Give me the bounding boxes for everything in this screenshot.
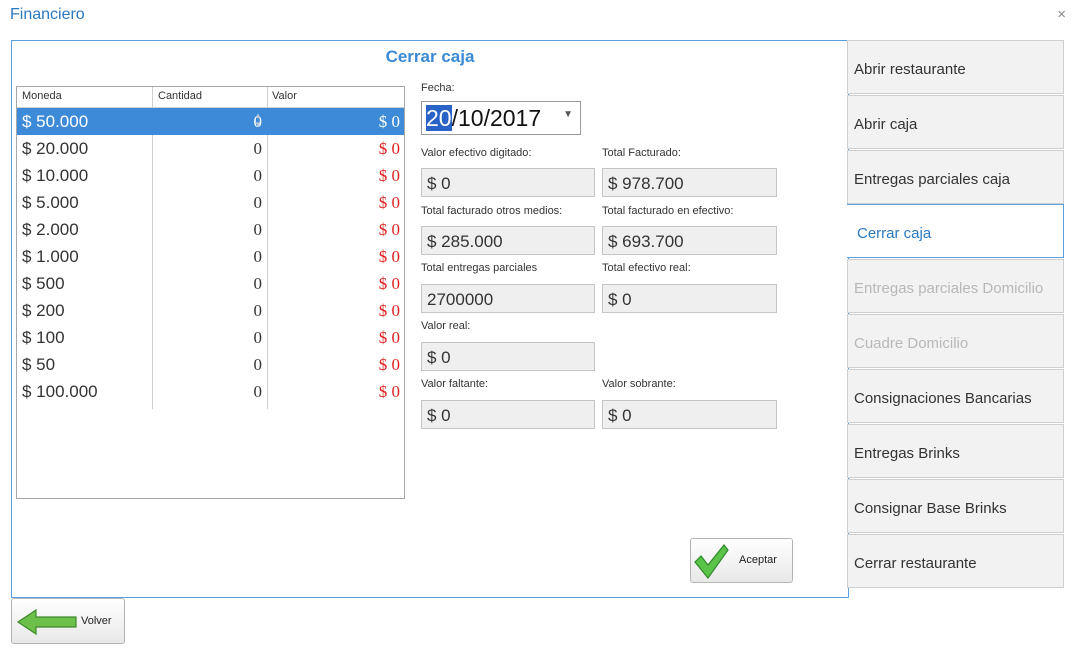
cell-moneda: $ 10.000 xyxy=(22,166,89,185)
menu-item-abrir-caja[interactable]: Abrir caja xyxy=(847,95,1064,149)
menu-item-entregas-parciales-caja[interactable]: Entregas parciales caja xyxy=(847,150,1064,204)
table-row[interactable]: $ 20.000 0 $ 0 xyxy=(17,135,404,162)
cell-valor: $ 0 xyxy=(378,355,400,374)
cell-moneda: $ 500 xyxy=(22,274,65,293)
otros-medios-field[interactable]: $ 285.000 xyxy=(421,226,595,255)
table-row[interactable]: $ 10.000 0 $ 0 xyxy=(17,162,404,189)
efectivo-digitado-label: Valor efectivo digitado: xyxy=(421,147,532,159)
cell-valor: $ 0 xyxy=(378,301,400,320)
menu-item-cerrar-caja[interactable]: Cerrar caja xyxy=(847,204,1064,258)
checkmark-icon xyxy=(694,544,729,579)
cell-cantidad-input[interactable]: 0 xyxy=(154,301,263,321)
cell-cantidad-input[interactable]: 0 xyxy=(154,193,263,213)
column-header-moneda[interactable]: Moneda xyxy=(22,90,62,102)
table-row[interactable]: $ 100 0 $ 0 xyxy=(17,324,404,351)
cell-moneda: $ 100.000 xyxy=(22,382,98,401)
total-facturado-label: Total Facturado: xyxy=(602,147,681,159)
total-facturado-field[interactable]: $ 978.700 xyxy=(602,168,777,197)
cell-valor: $ 0 xyxy=(378,247,400,266)
cell-moneda: $ 50.000 xyxy=(22,112,89,131)
facturado-efectivo-field[interactable]: $ 693.700 xyxy=(602,226,777,255)
cell-valor: $ 0 xyxy=(378,112,400,131)
cell-moneda: $ 5.000 xyxy=(22,193,79,212)
table-row[interactable]: $ 2.000 0 $ 0 xyxy=(17,216,404,243)
otros-medios-label: Total facturado otros medios: xyxy=(421,205,563,217)
cell-cantidad-input[interactable]: 0 xyxy=(154,166,263,186)
close-icon[interactable]: × xyxy=(1057,6,1066,23)
grid-header: Moneda Cantidad Valor xyxy=(17,87,404,108)
cell-moneda: $ 20.000 xyxy=(22,139,89,158)
cell-valor: $ 0 xyxy=(378,382,400,401)
quantity-spinner-icon[interactable]: ▲ ▼ xyxy=(254,111,262,129)
fecha-day: 20 xyxy=(426,105,452,131)
menu-item-entregas-parciales-domicilio: Entregas parciales Domicilio xyxy=(847,259,1064,313)
cell-valor: $ 0 xyxy=(378,193,400,212)
cerrar-caja-panel: Cerrar caja Moneda Cantidad Valor $ 50.0… xyxy=(11,40,849,598)
table-row[interactable]: $ 200 0 $ 0 xyxy=(17,297,404,324)
cell-cantidad-input[interactable]: 0 xyxy=(154,355,263,375)
cell-valor: $ 0 xyxy=(378,274,400,293)
faltante-label: Valor faltante: xyxy=(421,378,489,390)
cell-moneda: $ 200 xyxy=(22,301,65,320)
fecha-date-picker[interactable]: 20/10/2017 ▼ xyxy=(421,101,581,135)
fecha-label: Fecha: xyxy=(421,82,455,94)
table-row[interactable]: $ 500 0 $ 0 xyxy=(17,270,404,297)
entregas-parciales-label: Total entregas parciales xyxy=(421,262,538,274)
cell-valor: $ 0 xyxy=(378,139,400,158)
cell-valor: $ 0 xyxy=(378,328,400,347)
efectivo-digitado-field[interactable]: $ 0 xyxy=(421,168,595,197)
cell-valor: $ 0 xyxy=(378,220,400,239)
menu-item-consignar-base-brinks[interactable]: Consignar Base Brinks xyxy=(847,479,1064,533)
back-arrow-icon xyxy=(16,608,77,636)
column-header-cantidad[interactable]: Cantidad xyxy=(158,90,202,102)
fecha-month-year: /10/2017 xyxy=(451,105,542,131)
cell-cantidad-input[interactable]: 0 xyxy=(154,247,263,267)
table-row[interactable]: $ 1.000 0 $ 0 xyxy=(17,243,404,270)
valor-real-field[interactable]: $ 0 xyxy=(421,342,595,371)
efectivo-real-field[interactable]: $ 0 xyxy=(602,284,777,313)
denominations-grid[interactable]: Moneda Cantidad Valor $ 50.000 0 ▲ ▼ $ 0 … xyxy=(16,86,405,499)
table-row[interactable]: $ 50 0 $ 0 xyxy=(17,351,404,378)
cell-moneda: $ 50 xyxy=(22,355,56,374)
window-title: Financiero xyxy=(10,6,85,23)
faltante-field[interactable]: $ 0 xyxy=(421,400,595,429)
efectivo-real-label: Total efectivo real: xyxy=(602,262,691,274)
cell-cantidad-input[interactable]: 0 xyxy=(154,139,263,159)
table-row[interactable]: $ 50.000 0 ▲ ▼ $ 0 xyxy=(17,108,404,135)
menu-item-consignaciones-bancarias[interactable]: Consignaciones Bancarias xyxy=(847,369,1064,423)
cell-cantidad-input[interactable]: 0 xyxy=(154,220,263,240)
sobrante-field[interactable]: $ 0 xyxy=(602,400,777,429)
menu-item-cuadre-domicilio: Cuadre Domicilio xyxy=(847,314,1064,368)
cell-moneda: $ 100 xyxy=(22,328,65,347)
sobrante-label: Valor sobrante: xyxy=(602,378,676,390)
cell-cantidad-input[interactable]: 0 xyxy=(154,382,263,402)
cell-cantidad-input[interactable]: 0 xyxy=(154,112,263,132)
cell-moneda: $ 2.000 xyxy=(22,220,79,239)
aceptar-button[interactable]: Aceptar xyxy=(690,538,793,583)
volver-label: Volver xyxy=(81,615,112,627)
menu-item-entregas-brinks[interactable]: Entregas Brinks xyxy=(847,424,1064,478)
menu-item-abrir-restaurante[interactable]: Abrir restaurante xyxy=(847,40,1064,94)
aceptar-label: Aceptar xyxy=(739,554,777,566)
entregas-parciales-field[interactable]: 2700000 xyxy=(421,284,595,313)
facturado-efectivo-label: Total facturado en efectivo: xyxy=(602,205,734,217)
table-row[interactable]: $ 5.000 0 $ 0 xyxy=(17,189,404,216)
cell-cantidad-input[interactable]: 0 xyxy=(154,274,263,294)
valor-real-label: Valor real: xyxy=(421,320,471,332)
column-header-valor[interactable]: Valor xyxy=(272,90,297,102)
panel-title: Cerrar caja xyxy=(385,47,475,66)
cell-moneda: $ 1.000 xyxy=(22,247,79,266)
menu-item-cerrar-restaurante[interactable]: Cerrar restaurante xyxy=(847,534,1064,588)
table-row[interactable]: $ 100.000 0 $ 0 xyxy=(17,378,404,405)
volver-button[interactable]: Volver xyxy=(11,598,125,644)
chevron-down-icon[interactable]: ▼ xyxy=(563,109,573,120)
cell-valor: $ 0 xyxy=(378,166,400,185)
cell-cantidad-input[interactable]: 0 xyxy=(154,328,263,348)
